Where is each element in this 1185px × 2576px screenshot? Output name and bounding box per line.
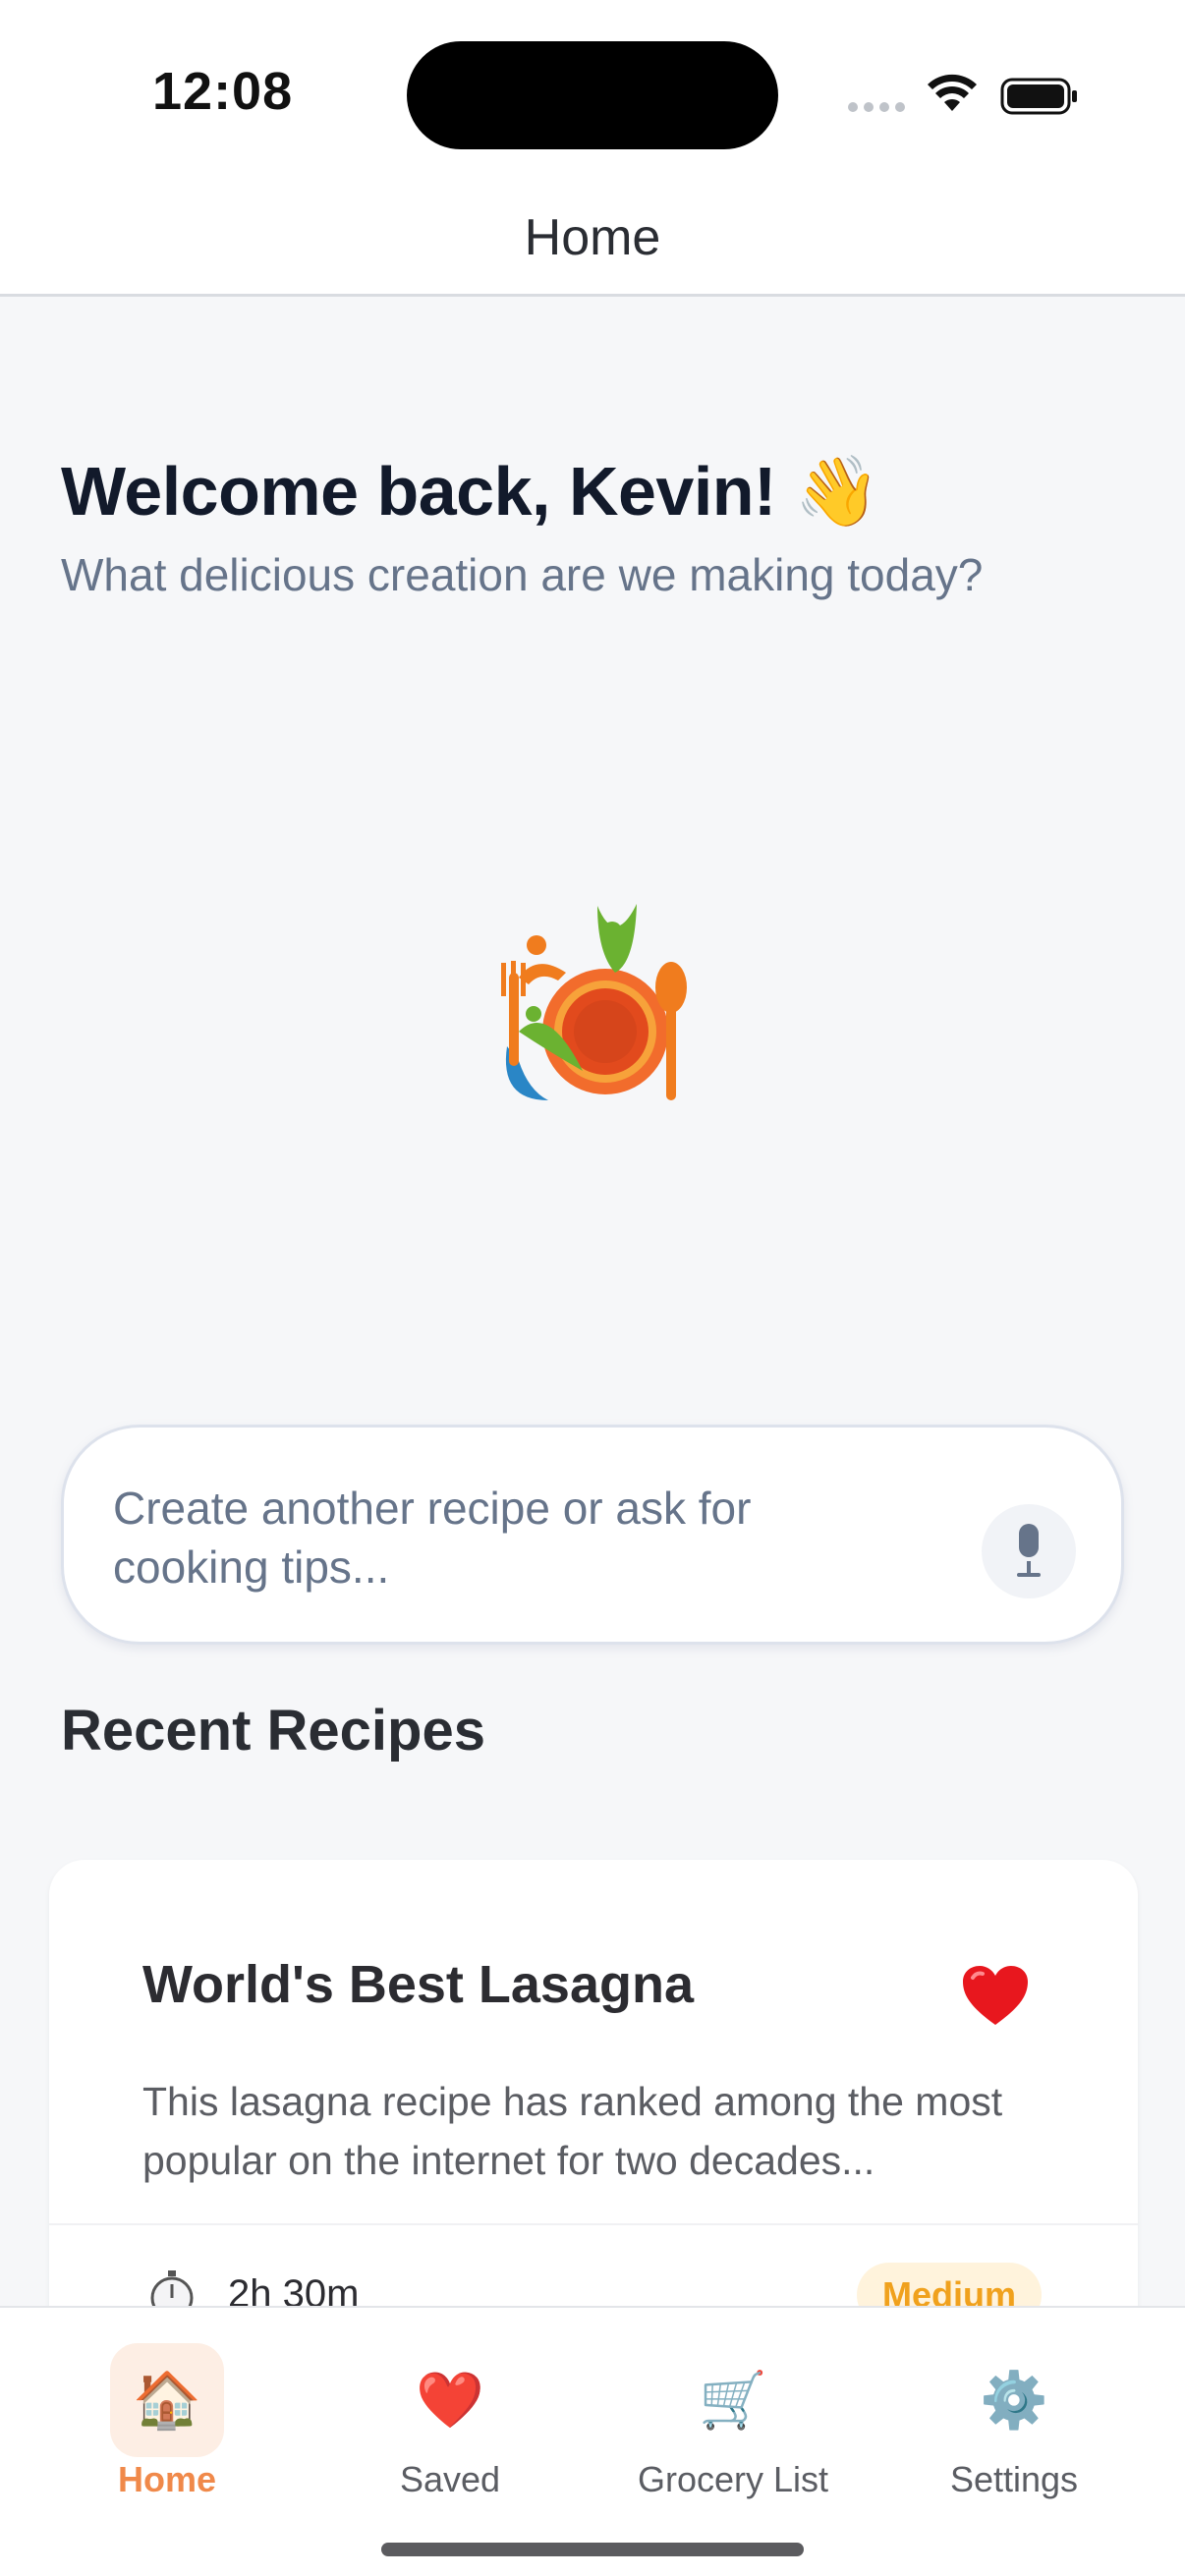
- recipe-description: This lasagna recipe has ranked among the…: [142, 2079, 1003, 2183]
- top-bar: 12:08 Home: [0, 0, 1185, 297]
- house-icon: 🏠: [133, 2369, 201, 2431]
- tab-home[interactable]: 🏠 Home: [49, 2343, 285, 2520]
- recipe-title: World's Best Lasagna: [142, 1955, 694, 2014]
- tab-grocery-list[interactable]: 🛒 Grocery List: [615, 2343, 851, 2520]
- page-title: Home: [524, 209, 661, 266]
- tab-settings-label: Settings: [949, 2459, 1079, 2499]
- tab-saved[interactable]: ❤️ Saved: [332, 2343, 568, 2520]
- heart-icon: ❤️: [416, 2369, 484, 2431]
- welcome-heading: Welcome back, Kevin! 👋: [61, 453, 880, 530]
- tab-grocery-label: Grocery List: [637, 2459, 829, 2499]
- home-indicator[interactable]: [381, 2543, 804, 2556]
- app-logo: [501, 904, 687, 1100]
- microphone-icon: [1017, 1524, 1041, 1577]
- tab-home-highlight: 🏠: [110, 2343, 224, 2457]
- heart-icon[interactable]: [961, 1964, 1030, 2027]
- tab-bar: 🏠 Home ❤️ Saved 🛒 Grocery List ⚙️ Settin…: [0, 2306, 1185, 2576]
- shopping-cart-icon: 🛒: [699, 2369, 767, 2431]
- recipe-prompt-input[interactable]: Create another recipe or ask for cooking…: [61, 1425, 1124, 1645]
- status-time: 12:08: [152, 62, 294, 121]
- tab-grocery-icon-wrap: 🛒: [676, 2343, 790, 2457]
- home-screen: 12:08 Home Welcome back, Kevin! 👋 What d…: [0, 0, 1185, 2576]
- tab-home-label: Home: [117, 2459, 217, 2499]
- tab-saved-icon-wrap: ❤️: [393, 2343, 507, 2457]
- tab-saved-label: Saved: [399, 2459, 501, 2499]
- prompt-placeholder: Create another recipe or ask for cooking…: [113, 1483, 752, 1593]
- tab-settings[interactable]: ⚙️ Settings: [896, 2343, 1132, 2520]
- tab-settings-icon-wrap: ⚙️: [957, 2343, 1071, 2457]
- dynamic-island: [407, 41, 778, 149]
- battery-icon: [1000, 78, 1077, 115]
- recent-recipes-heading: Recent Recipes: [61, 1699, 485, 1763]
- gear-icon: ⚙️: [980, 2369, 1048, 2431]
- welcome-subtitle: What delicious creation are we making to…: [61, 549, 984, 600]
- card-divider: [49, 2223, 1138, 2225]
- cellular-signal-icon: [848, 102, 905, 112]
- wifi-icon: [928, 74, 977, 111]
- microphone-button[interactable]: [982, 1504, 1076, 1598]
